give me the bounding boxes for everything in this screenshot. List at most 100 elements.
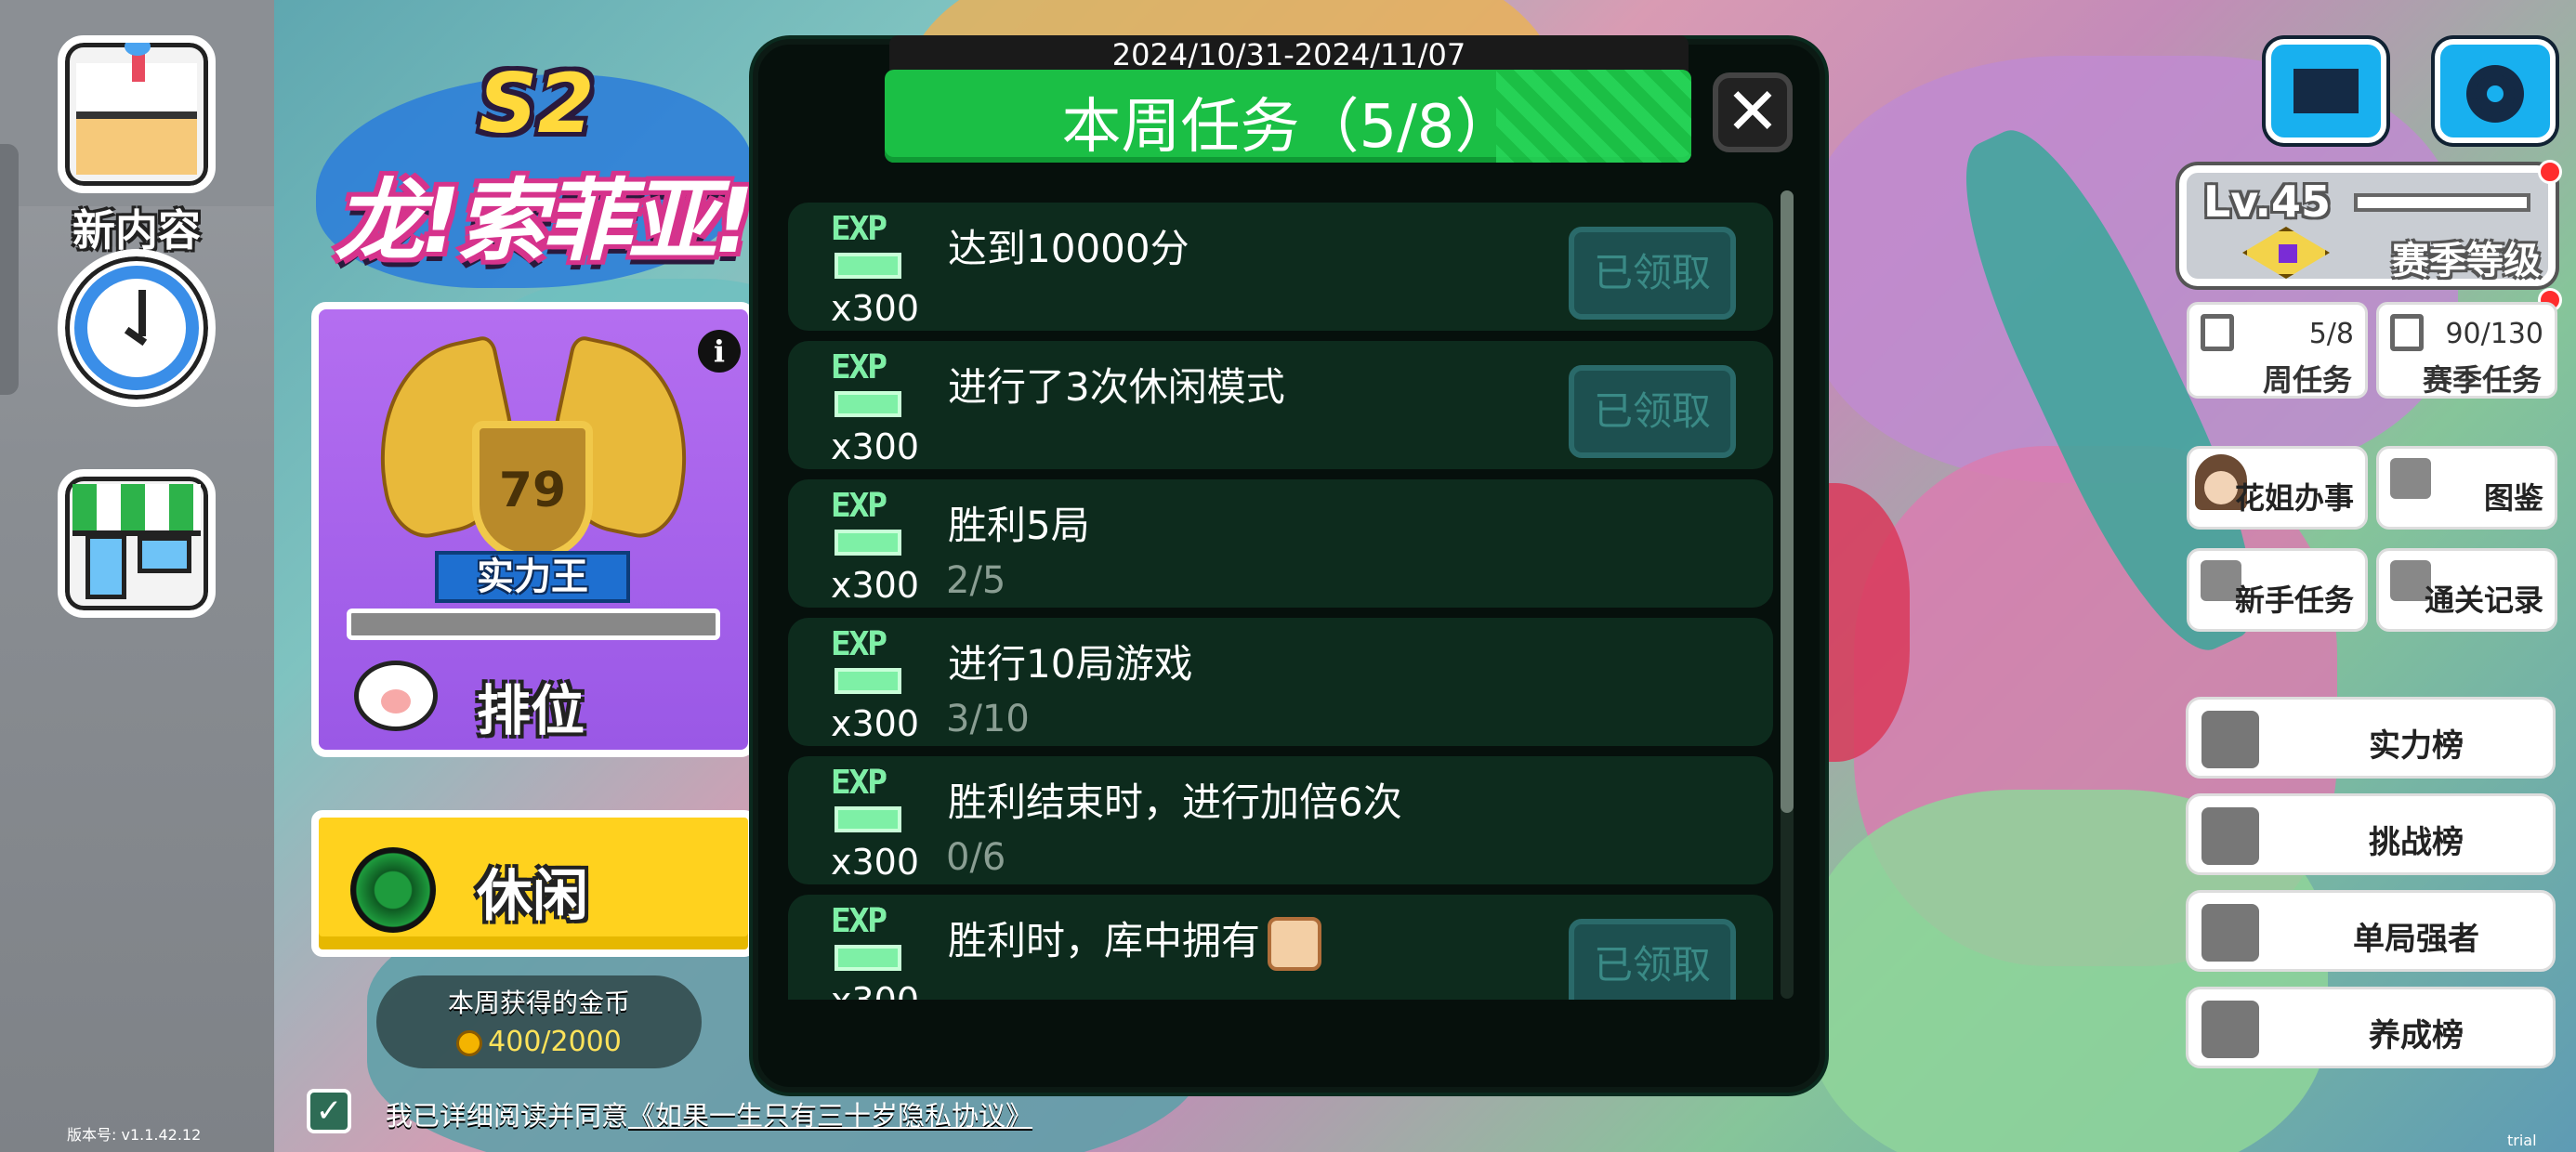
left-strip-notch bbox=[0, 144, 19, 395]
trial-version-label: trial version bbox=[2507, 1132, 2562, 1152]
season-logo: S2 龙!索菲亚! bbox=[316, 56, 755, 288]
rank-progress-bar bbox=[347, 609, 720, 640]
rank-card[interactable]: i 79 实力王 排位 bbox=[311, 302, 756, 757]
task-description: 进行了3次休闲模式 bbox=[948, 364, 1285, 410]
task-description: 进行10局游戏 bbox=[948, 641, 1193, 687]
agreement-prefix: 我已详细阅读并同意 bbox=[386, 1100, 629, 1132]
claimed-button[interactable]: 已领取 bbox=[1569, 919, 1736, 1000]
ranking-challenge[interactable]: 挑战榜 bbox=[2186, 793, 2556, 875]
exp-icon: EXP bbox=[831, 210, 911, 284]
task-row: EXP x300 胜利结束时，进行加倍6次 0/6 bbox=[788, 756, 1773, 884]
menu-collection[interactable]: 图鉴 bbox=[2376, 446, 2557, 530]
casual-label: 休闲 bbox=[477, 864, 588, 929]
season-tasks-label: 赛季任务 bbox=[2422, 362, 2542, 398]
clock-icon bbox=[58, 249, 216, 407]
task-reward: x300 bbox=[831, 426, 920, 467]
exp-icon-text: EXP bbox=[831, 210, 887, 248]
sword-icon bbox=[2354, 193, 2530, 212]
cake-icon bbox=[58, 35, 216, 193]
task-row: EXP x300 胜利5局 2/5 bbox=[788, 479, 1773, 608]
ranking-strength[interactable]: 实力榜 bbox=[2186, 697, 2556, 779]
task-description: 胜利时，库中拥有 bbox=[948, 910, 1322, 971]
exp-icon: EXP bbox=[831, 625, 911, 700]
clover-icon bbox=[350, 847, 436, 933]
exp-icon-text: EXP bbox=[831, 902, 887, 940]
agreement-checkbox[interactable]: ✓ bbox=[307, 1089, 351, 1133]
gear-icon bbox=[2466, 65, 2524, 123]
paw-icon bbox=[354, 661, 438, 731]
season-label: S2 bbox=[479, 56, 595, 151]
notification-dot bbox=[2538, 160, 2562, 184]
grid-icon bbox=[2201, 807, 2259, 865]
privacy-policy-link[interactable]: 《如果一生只有三十岁隐私协议》 bbox=[628, 1100, 1032, 1132]
task-progress: 2/5 bbox=[946, 559, 1006, 602]
task-row: EXP x300 达到10000分 已领取 bbox=[788, 203, 1773, 331]
task-row: EXP x300 胜利时，库中拥有 已领取 bbox=[788, 895, 1773, 1000]
gem-icon bbox=[2242, 227, 2330, 279]
modal-header: 本周任务（5/8） bbox=[885, 70, 1691, 163]
scrollbar-thumb[interactable] bbox=[1781, 190, 1794, 813]
ranking-growth[interactable]: 养成榜 bbox=[2186, 987, 2556, 1068]
ranked-label: 排位 bbox=[477, 679, 585, 742]
menu-clear-records[interactable]: 通关记录 bbox=[2376, 548, 2557, 632]
new-content-button[interactable]: 新内容 bbox=[58, 35, 216, 258]
ranking-label: 养成榜 bbox=[2369, 1017, 2464, 1054]
task-description: 胜利5局 bbox=[948, 503, 1090, 548]
hourglass-icon bbox=[2201, 1001, 2259, 1058]
shop-button[interactable] bbox=[58, 469, 216, 618]
task-row: EXP x300 进行了3次休闲模式 已领取 bbox=[788, 341, 1773, 469]
ranking-label: 单局强者 bbox=[2353, 921, 2479, 958]
character-icon bbox=[1268, 916, 1322, 971]
exp-icon-text: EXP bbox=[831, 764, 887, 802]
mail-icon bbox=[2293, 69, 2359, 113]
settings-button[interactable] bbox=[2435, 39, 2556, 143]
claimed-button[interactable]: 已领取 bbox=[1569, 227, 1736, 320]
task-reward: x300 bbox=[831, 288, 920, 329]
ranking-single-game[interactable]: 单局强者 bbox=[2186, 890, 2556, 972]
task-list[interactable]: EXP x300 达到10000分 已领取 EXP x300 进行了3次休闲模式… bbox=[788, 203, 1773, 1000]
ranking-label: 实力榜 bbox=[2369, 727, 2464, 765]
weekly-tasks-value: 5/8 bbox=[2308, 318, 2354, 350]
task-description: 达到10000分 bbox=[948, 226, 1189, 271]
casual-mode-button[interactable]: 休闲 bbox=[311, 810, 756, 957]
modal-date-range: 2024/10/31-2024/11/07 bbox=[889, 35, 1689, 74]
info-icon[interactable]: i bbox=[698, 330, 741, 373]
coin-icon bbox=[456, 1029, 483, 1056]
task-description: 胜利结束时，进行加倍6次 bbox=[948, 779, 1402, 825]
menu-label: 图鉴 bbox=[2483, 480, 2543, 516]
exp-icon: EXP bbox=[831, 764, 911, 838]
weekly-coins-row: 400/2000 bbox=[376, 1026, 702, 1058]
menu-newbie-tasks[interactable]: 新手任务 bbox=[2187, 548, 2368, 632]
weekly-coins-title: 本周获得的金币 bbox=[447, 988, 630, 1018]
weekly-coins: 本周获得的金币 400/2000 bbox=[376, 975, 702, 1068]
clock-button[interactable] bbox=[58, 249, 216, 407]
level-label: Lv.45 bbox=[2203, 177, 2332, 227]
agreement-text: 我已详细阅读并同意《如果一生只有三十岁隐私协议》 bbox=[386, 1094, 1032, 1133]
season-tasks-card[interactable]: 90/130 赛季任务 bbox=[2376, 302, 2557, 399]
version-label: 版本号: v1.1.42.12 bbox=[67, 1126, 202, 1144]
modal-title: 本周任务（5/8） bbox=[1061, 93, 1515, 162]
close-button[interactable]: ✕ bbox=[1713, 72, 1793, 152]
menu-label: 通关记录 bbox=[2424, 583, 2543, 618]
clipboard-icon bbox=[2201, 314, 2234, 351]
task-progress: 0/6 bbox=[946, 836, 1006, 879]
weekly-coins-value: 400/2000 bbox=[488, 1026, 622, 1058]
claimed-button[interactable]: 已领取 bbox=[1569, 365, 1736, 458]
book-icon bbox=[2390, 458, 2431, 499]
task-row: EXP x300 进行10局游戏 3/10 bbox=[788, 618, 1773, 746]
season-level-label: 赛季等级 bbox=[2392, 240, 2541, 282]
checkmark-icon bbox=[2201, 904, 2259, 962]
menu-label: 花姐办事 bbox=[2234, 480, 2354, 516]
task-reward: x300 bbox=[831, 703, 920, 744]
shop-icon bbox=[58, 469, 216, 618]
season-tasks-value: 90/130 bbox=[2445, 318, 2543, 350]
season-level-badge[interactable]: Lv.45 赛季等级 bbox=[2179, 165, 2556, 286]
exp-icon: EXP bbox=[831, 487, 911, 561]
menu-sister-errands[interactable]: 花姐办事 bbox=[2187, 446, 2368, 530]
mail-button[interactable] bbox=[2266, 39, 2386, 143]
weekly-tasks-card[interactable]: 5/8 周任务 bbox=[2187, 302, 2368, 399]
task-reward: x300 bbox=[831, 565, 920, 606]
task-description-text: 胜利时，库中拥有 bbox=[948, 918, 1261, 963]
trophy-icon bbox=[2201, 711, 2259, 768]
task-progress: 3/10 bbox=[946, 698, 1030, 740]
